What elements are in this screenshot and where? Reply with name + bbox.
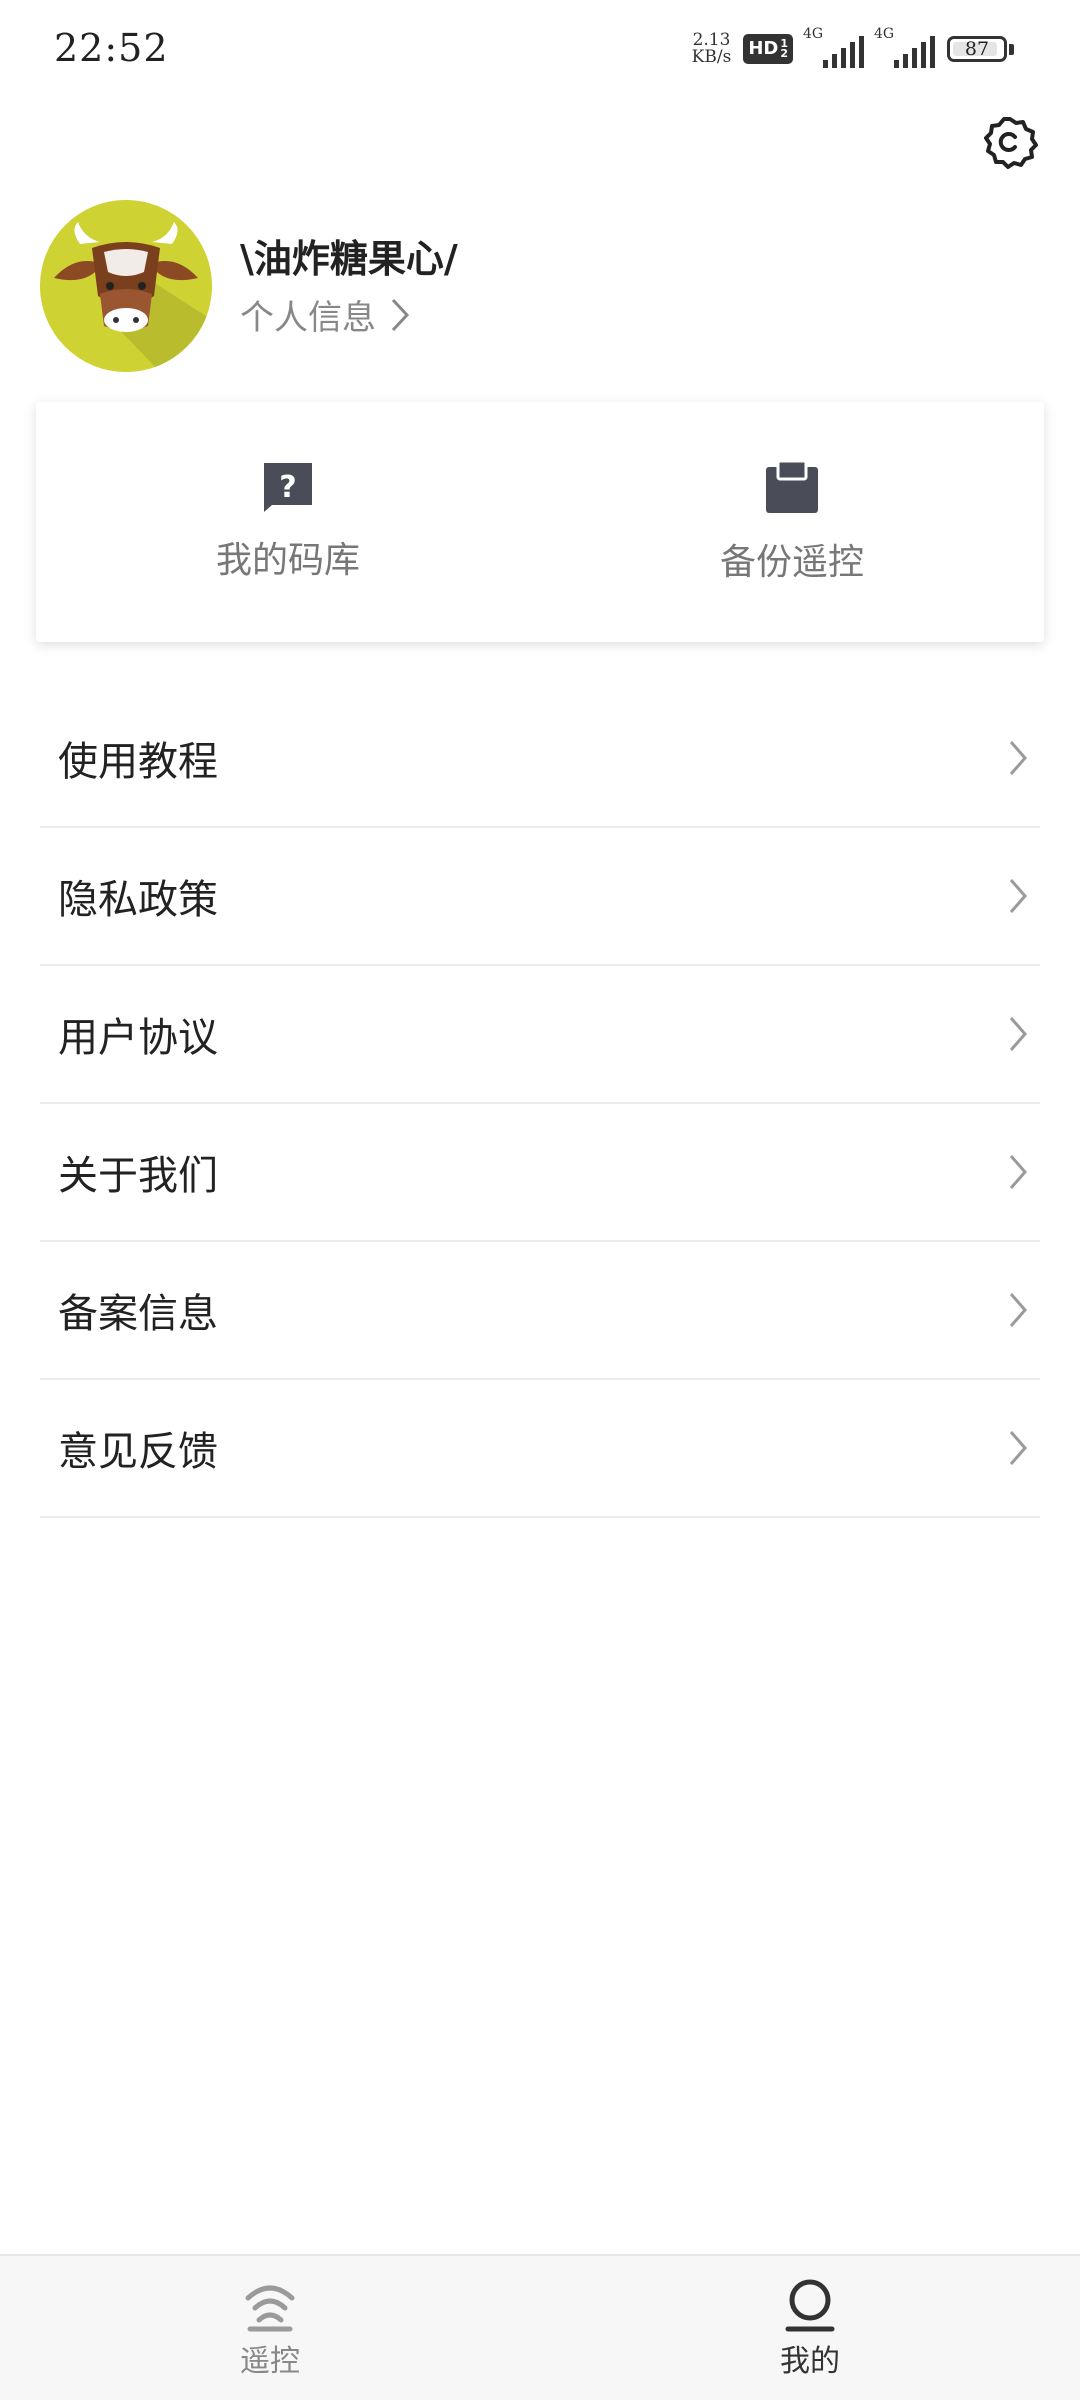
network-type-1: 4G (803, 26, 824, 42)
network-speed-unit: KB/s (691, 47, 732, 67)
remote-signal-icon (245, 2285, 295, 2332)
menu-item-label: 用户协议 (58, 1015, 218, 1061)
menu-item-about[interactable]: 关于我们 (40, 1104, 1040, 1242)
signal-icon-2: 4G (874, 26, 935, 68)
personal-info-label: 个人信息 (240, 298, 376, 338)
avatar[interactable] (40, 200, 212, 372)
chevron-right-icon (1009, 741, 1027, 775)
question-doc-icon: ? (264, 463, 312, 512)
quick-actions-card: ? 我的码库 备份遥控 (36, 402, 1044, 642)
menu-item-label: 使用教程 (58, 739, 218, 785)
menu-item-label: 意见反馈 (58, 1429, 218, 1475)
clipboard-icon (766, 459, 818, 513)
gear-icon (984, 117, 1038, 169)
menu-item-agreement[interactable]: 用户协议 (40, 966, 1040, 1104)
status-indicators: 2.13 KB/s HD 12 4G 4G 87 (692, 26, 1014, 68)
chevron-right-icon (1009, 1155, 1027, 1189)
signal-icon-1: 4G (803, 26, 864, 68)
network-speed: 2.13 KB/s (692, 32, 732, 66)
hd-voice-icon: HD 12 (743, 34, 793, 64)
battery-level: 87 (964, 38, 990, 60)
my-code-library-label: 我的码库 (215, 540, 360, 581)
nav-tab-mine-label: 我的 (780, 2344, 840, 2379)
my-code-library-button[interactable]: ? 我的码库 (36, 402, 540, 642)
menu-item-feedback[interactable]: 意见反馈 (40, 1380, 1040, 1518)
menu-list: 使用教程 隐私政策 用户协议 关于我们 备案信息 意见反馈 (40, 690, 1040, 1518)
menu-item-label: 隐私政策 (58, 877, 218, 923)
status-bar: 22:52 2.13 KB/s HD 12 4G 4G 87 (0, 0, 1080, 104)
chevron-right-icon (1009, 1017, 1027, 1051)
menu-item-label: 关于我们 (58, 1153, 218, 1199)
menu-item-filing-info[interactable]: 备案信息 (40, 1242, 1040, 1380)
chevron-right-icon (1009, 1431, 1027, 1465)
user-icon (785, 2279, 835, 2332)
username: \油炸糖果心/ (240, 237, 458, 281)
menu-item-privacy[interactable]: 隐私政策 (40, 828, 1040, 966)
settings-button[interactable] (980, 112, 1040, 172)
status-time: 22:52 (54, 26, 169, 70)
backup-remote-label: 备份遥控 (719, 542, 864, 583)
menu-item-tutorial[interactable]: 使用教程 (40, 690, 1040, 828)
nav-tab-mine[interactable]: 我的 (540, 2256, 1080, 2400)
nav-tab-remote[interactable]: 遥控 (0, 2256, 540, 2400)
personal-info-link[interactable]: 个人信息 (240, 290, 410, 339)
chevron-right-icon (1009, 879, 1027, 913)
battery-icon: 87 (947, 36, 1014, 62)
nav-tab-remote-label: 遥控 (240, 2344, 300, 2379)
svg-text:?: ? (279, 470, 296, 505)
chevron-right-icon (1009, 1293, 1027, 1327)
hd-label: HD (748, 38, 779, 59)
menu-item-label: 备案信息 (58, 1291, 218, 1337)
network-type-2: 4G (874, 26, 895, 42)
chevron-right-icon (391, 298, 410, 331)
backup-remote-button[interactable]: 备份遥控 (540, 402, 1044, 642)
bottom-nav: 遥控 我的 (0, 2254, 1080, 2400)
bull-avatar-icon (40, 200, 212, 372)
